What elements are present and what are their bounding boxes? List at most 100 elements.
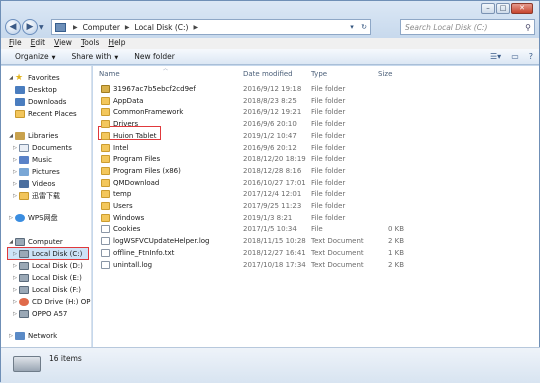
file-date: 2019/1/2 10:47	[243, 131, 297, 140]
table-row[interactable]: Huion Tablet 2019/1/2 10:47 File folder	[93, 131, 533, 142]
table-row[interactable]: temp 2017/12/4 12:01 File folder	[93, 189, 533, 200]
collapsed-icon[interactable]: ▷	[11, 263, 19, 269]
collapsed-icon[interactable]: ▷	[11, 287, 19, 293]
collapsed-icon[interactable]: ▷	[11, 169, 19, 175]
menu-edit[interactable]: Edit	[31, 38, 46, 49]
forward-button[interactable]: ▶	[22, 19, 38, 35]
nav-videos[interactable]: ▷ Videos	[11, 178, 55, 189]
table-row[interactable]: Program Files (x86) 2018/12/28 8:16 File f…	[93, 166, 533, 177]
nav-network[interactable]: ▷ Network	[7, 330, 57, 341]
collapsed-icon[interactable]: ▷	[11, 311, 19, 317]
menu-view[interactable]: View	[54, 38, 72, 49]
table-row[interactable]: offline_FtnInfo.txt 2018/12/27 16:41 Text …	[93, 248, 533, 259]
chevron-right-icon[interactable]: ▶	[125, 24, 130, 31]
nav-local-disk-f[interactable]: ▷ Local Disk (F:)	[11, 284, 81, 295]
collapsed-icon[interactable]: ▷	[11, 145, 19, 151]
close-button[interactable]: ✕	[511, 3, 533, 14]
column-header-type[interactable]: Type	[311, 70, 327, 81]
help-icon[interactable]: ?	[529, 52, 533, 61]
organize-button[interactable]: Organize ▼	[15, 52, 55, 61]
address-dropdown-icon[interactable]: ▾	[346, 23, 358, 31]
breadcrumb-local-disk[interactable]: Local Disk (C:)	[135, 23, 189, 32]
menu-file[interactable]: File	[9, 38, 22, 49]
collapsed-icon[interactable]: ▷	[11, 251, 19, 257]
file-name: Drivers	[113, 120, 139, 129]
nav-downloads[interactable]: Downloads	[15, 96, 66, 107]
view-options-icon[interactable]: ☰▾	[490, 52, 501, 61]
new-folder-button[interactable]: New folder	[134, 52, 175, 61]
column-header-name[interactable]: Name	[99, 70, 120, 81]
folder-icon	[101, 85, 110, 93]
nav-favorites[interactable]: ◢ ★ Favorites	[7, 72, 60, 83]
table-row[interactable]: Drivers 2016/9/6 20:10 File folder	[93, 119, 533, 130]
table-row[interactable]: CommonFramework 2016/9/12 19:21 File folde…	[93, 107, 533, 118]
nav-local-disk-d[interactable]: ▷ Local Disk (D:)	[11, 260, 83, 271]
folder-icon	[101, 166, 110, 175]
breadcrumb-computer[interactable]: Computer	[83, 23, 120, 32]
nav-libraries[interactable]: ◢ Libraries	[7, 130, 58, 141]
computer-icon	[15, 237, 25, 246]
downloads-icon	[15, 97, 25, 106]
back-button[interactable]: ◀	[5, 19, 21, 35]
table-row[interactable]: logWSFVCUpdateHelper.log 2018/11/15 10:28…	[93, 236, 533, 247]
nav-desktop[interactable]: Desktop	[15, 84, 57, 95]
address-bar[interactable]: ▶ Computer ▶ Local Disk (C:) ▶ ▾ ↻	[51, 19, 371, 35]
column-header-size[interactable]: Size	[378, 70, 392, 81]
collapsed-icon[interactable]: ▷	[11, 275, 19, 281]
expanded-icon[interactable]: ◢	[7, 133, 15, 139]
chevron-right-icon[interactable]: ▶	[73, 24, 78, 31]
table-row[interactable]: Cookies 2017/1/5 10:34 File 0 KB	[93, 224, 533, 235]
table-row[interactable]: AppData 2018/8/23 8:25 File folder	[93, 96, 533, 107]
expanded-icon[interactable]: ◢	[7, 239, 15, 245]
table-row[interactable]: Users 2017/9/25 11:23 File folder	[93, 201, 533, 212]
nav-cd-drive[interactable]: ▷CD Drive (H:) OPPO	[11, 296, 91, 307]
table-row[interactable]: Intel 2016/9/6 20:12 File folder	[93, 143, 533, 154]
drive-icon	[19, 249, 29, 258]
column-header-date[interactable]: Date modified	[243, 70, 293, 81]
minimize-button[interactable]: –	[481, 3, 495, 14]
collapsed-icon[interactable]: ▷	[11, 193, 19, 199]
drive-icon	[19, 261, 29, 270]
table-row[interactable]: Program Files 2018/12/20 18:19 File folder	[93, 154, 533, 165]
preview-pane-icon[interactable]: ▭	[511, 52, 519, 61]
nav-oppo-a57[interactable]: ▷ OPPO A57	[11, 308, 67, 319]
nav-documents[interactable]: ▷ Documents	[11, 142, 72, 153]
nav-xunlei-download[interactable]: ▷ 迅雷下载	[11, 190, 60, 201]
collapsed-icon[interactable]: ▷	[7, 215, 15, 221]
collapsed-icon[interactable]: ▷	[11, 157, 19, 163]
nav-local-disk-e[interactable]: ▷ Local Disk (E:)	[11, 272, 82, 283]
collapsed-icon[interactable]: ▷	[11, 299, 19, 305]
nav-music[interactable]: ▷ Music	[11, 154, 52, 165]
computer-icon	[55, 22, 66, 32]
share-with-button[interactable]: Share with ▼	[71, 52, 118, 61]
collapsed-icon[interactable]: ▷	[7, 333, 15, 339]
search-icon[interactable]: ⚲	[525, 23, 531, 32]
maximize-button[interactable]: □	[496, 3, 510, 14]
collapsed-icon[interactable]: ▷	[11, 181, 19, 187]
table-row[interactable]: unintall.log 2017/10/18 17:34 Text Documen…	[93, 260, 533, 271]
chevron-right-icon[interactable]: ▶	[193, 24, 198, 31]
file-name: CommonFramework	[113, 108, 184, 117]
table-row[interactable]: Windows 2019/1/3 8:21 File folder	[93, 213, 533, 224]
nav-pictures[interactable]: ▷ Pictures	[11, 166, 60, 177]
address-row: ◀ ▶ ▼ ▶ Computer ▶ Local Disk (C:) ▶ ▾ ↻…	[5, 17, 535, 37]
explorer-window: – □ ✕ ◀ ▶ ▼ ▶ Computer ▶ Local Disk (C:)…	[0, 0, 540, 383]
nav-wps-cloud[interactable]: ▷ WPS网盘	[7, 212, 58, 223]
menu-tools[interactable]: Tools	[81, 38, 99, 49]
nav-local-disk-c[interactable]: ▷ Local Disk (C:)	[11, 248, 82, 259]
file-date: 2018/12/20 18:19	[243, 155, 306, 164]
search-input[interactable]: Search Local Disk (C:) ⚲	[400, 19, 535, 35]
recent-pages-dropdown[interactable]: ▼	[39, 24, 44, 31]
expanded-icon[interactable]: ◢	[7, 75, 15, 81]
nav-computer[interactable]: ◢ Computer	[7, 236, 63, 247]
table-row[interactable]: QMDownload 2016/10/27 17:01 File folder	[93, 178, 533, 189]
file-size: 2 KB	[388, 260, 405, 269]
file-name: offline_FtnInfo.txt	[113, 248, 175, 257]
file-type: File folder	[311, 155, 346, 164]
file-type: File folder	[311, 120, 346, 129]
nav-recent-places[interactable]: Recent Places	[15, 108, 77, 119]
menu-help[interactable]: Help	[108, 38, 125, 49]
file-type: File	[311, 225, 323, 234]
refresh-icon[interactable]: ↻	[358, 23, 370, 31]
table-row[interactable]: 31967ac7b5ebcf2cd9ef 2016/9/12 19:18 File …	[93, 84, 533, 95]
